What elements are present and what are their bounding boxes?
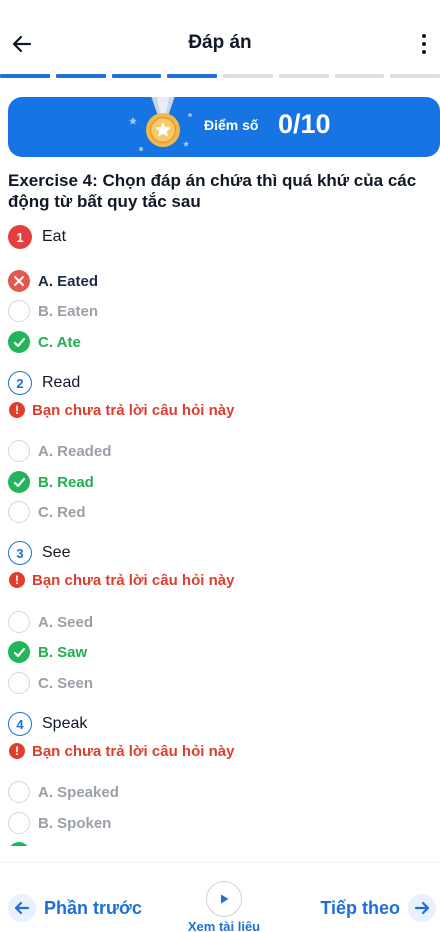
radio-empty-icon (8, 501, 30, 523)
option-label: C. Seen (38, 674, 94, 692)
radio-empty-icon (8, 300, 30, 322)
check-icon (8, 641, 30, 663)
answer-option[interactable]: A. Speaked (8, 780, 119, 804)
option-label: A. Eated (38, 272, 99, 290)
next-section-label: Tiếp theo (320, 897, 400, 918)
option-label: B. Saw (38, 643, 88, 661)
question-header: 4 Speak (8, 712, 87, 736)
notice-text: Bạn chưa trả lời câu hỏi này (32, 742, 235, 760)
answer-option[interactable]: B. Spoken (8, 811, 111, 835)
medal-icon (129, 97, 192, 151)
next-section-button[interactable]: Tiếp theo (320, 893, 436, 923)
progress-segment (167, 74, 217, 78)
previous-section-label: Phần trước (44, 897, 142, 918)
check-icon (8, 471, 30, 493)
play-icon (206, 881, 242, 917)
question-word: Speak (42, 715, 88, 732)
progress-segment (223, 74, 273, 78)
partially-visible-check-icon (8, 842, 30, 846)
answer-option[interactable]: C. Ate (8, 330, 81, 354)
progress-segment (334, 74, 385, 78)
option-label: B. Eaten (38, 302, 99, 320)
question-word: Eat (42, 228, 67, 245)
question-number-badge: 3 (8, 541, 32, 565)
option-label: B. Read (38, 473, 94, 491)
bottom-navigation: Phần trước Xem tài liệu Tiếp theo (0, 862, 440, 932)
page-title: Đáp án (188, 32, 252, 53)
radio-empty-icon (8, 440, 30, 462)
previous-section-button[interactable]: Phần trước (8, 893, 142, 923)
more-vertical-icon (422, 34, 426, 38)
option-label: B. Spoken (38, 814, 112, 832)
question-word: See (42, 544, 71, 561)
view-document-button[interactable]: Xem tài liệu (186, 879, 262, 932)
option-label: A. Seed (38, 613, 94, 631)
question-progress-bar (0, 74, 440, 78)
unanswered-notice: ! Bạn chưa trả lời câu hỏi này (9, 570, 234, 590)
option-label: C. Ate (38, 333, 81, 351)
option-label: A. Readed (38, 442, 112, 460)
radio-empty-icon (8, 781, 30, 803)
answer-option[interactable]: C. Red (8, 500, 86, 524)
radio-empty-icon (8, 672, 30, 694)
radio-empty-icon (8, 611, 30, 633)
wrong-x-icon (8, 270, 30, 292)
score-banner: Điểm số 0/10 (8, 97, 440, 157)
progress-segment (390, 74, 440, 78)
answer-option[interactable]: A. Readed (8, 439, 111, 463)
question-header: 1 Eat (8, 225, 66, 249)
arrow-left-icon (8, 894, 36, 922)
answer-option[interactable]: A. Seed (8, 610, 93, 634)
question-header: 3 See (8, 541, 70, 565)
score-value: 0/10 (278, 109, 331, 139)
notice-text: Bạn chưa trả lời câu hỏi này (32, 401, 235, 419)
exercise-title: Exercise 4: Chọn đáp án chứa thì quá khứ… (8, 171, 417, 211)
question-number-badge: 2 (8, 371, 32, 395)
question-header: 2 Read (8, 371, 80, 395)
answer-option[interactable]: B. Read (8, 470, 94, 494)
alert-icon: ! (9, 402, 25, 418)
question-word: Read (42, 374, 81, 391)
score-label: Điểm số (204, 117, 259, 133)
answer-option[interactable]: B. Saw (8, 640, 87, 664)
arrow-right-icon (408, 894, 436, 922)
alert-icon: ! (9, 572, 25, 588)
answer-option[interactable]: C. Seen (8, 671, 93, 695)
question-number-badge: 4 (8, 712, 32, 736)
answer-option[interactable]: B. Eaten (8, 299, 98, 323)
check-icon (8, 331, 30, 353)
progress-segment (55, 74, 106, 78)
progress-segment (111, 74, 162, 78)
option-label: C. Red (38, 503, 86, 521)
view-document-label: Xem tài liệu (187, 919, 261, 932)
alert-icon: ! (9, 743, 25, 759)
unanswered-notice: ! Bạn chưa trả lời câu hỏi này (9, 400, 234, 420)
notice-text: Bạn chưa trả lời câu hỏi này (32, 571, 235, 589)
more-options-button[interactable] (418, 32, 430, 56)
radio-empty-icon (8, 812, 30, 834)
unanswered-notice: ! Bạn chưa trả lời câu hỏi này (9, 741, 234, 761)
progress-segment (278, 74, 329, 78)
option-label: A. Speaked (38, 783, 119, 801)
question-number-badge: 1 (8, 225, 32, 249)
progress-segment (0, 74, 50, 78)
answer-option[interactable]: A. Eated (8, 269, 98, 293)
